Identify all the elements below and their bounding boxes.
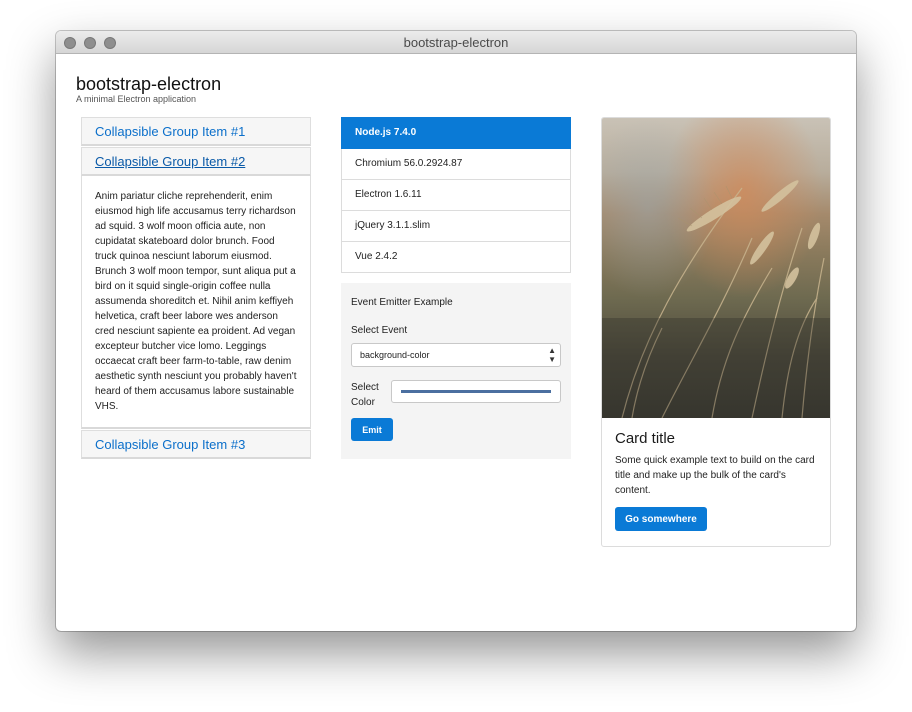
card-title: Card title — [615, 430, 676, 447]
accordion-header-3[interactable]: Collapsible Group Item #3 — [81, 430, 311, 459]
go-somewhere-button[interactable]: Go somewhere — [615, 507, 707, 531]
accordion-item-1: Collapsible Group Item #1 — [81, 117, 311, 146]
color-swatch — [401, 390, 551, 393]
app-window: bootstrap-electron bootstrap-electron A … — [56, 31, 856, 631]
emit-button[interactable]: Emit — [351, 418, 393, 441]
select-event-label: Select Event — [351, 325, 408, 336]
card-text: Some quick example text to build on the … — [615, 455, 815, 496]
app-content: bootstrap-electron A minimal Electron ap… — [56, 54, 856, 631]
card-image — [602, 118, 830, 418]
list-item-node[interactable]: Node.js 7.4.0 — [341, 117, 571, 149]
page-subtitle: A minimal Electron application — [76, 94, 197, 104]
event-select[interactable]: background-color ▲ ▼ — [351, 343, 561, 367]
list-item-vue[interactable]: Vue 2.4.2 — [341, 242, 571, 273]
select-arrows-icon: ▲ ▼ — [548, 346, 556, 364]
select-color-label: Select Color — [351, 382, 379, 408]
color-picker[interactable] — [391, 380, 561, 403]
window-title: bootstrap-electron — [403, 35, 509, 50]
card-body: Card title Some quick example text to bu… — [615, 430, 820, 531]
accordion-body-2: Anim pariatur cliche reprehenderit, enim… — [81, 176, 311, 429]
accordion-item-3: Collapsible Group Item #3 — [81, 430, 311, 459]
panel-title: Event Emitter Example — [351, 297, 453, 308]
accordion: Collapsible Group Item #1 Collapsible Gr… — [81, 117, 311, 460]
accordion-header-1[interactable]: Collapsible Group Item #1 — [81, 117, 311, 146]
card: Card title Some quick example text to bu… — [601, 117, 831, 547]
list-item-jquery[interactable]: jQuery 3.1.1.slim — [341, 211, 571, 242]
color-row: Select Color — [351, 380, 561, 410]
event-select-value: background-color — [360, 350, 430, 360]
page-title: bootstrap-electron — [76, 74, 222, 94]
list-item-chromium[interactable]: Chromium 56.0.2924.87 — [341, 149, 571, 180]
event-emitter-panel: Event Emitter Example Select Event backg… — [341, 283, 571, 459]
accordion-header-2[interactable]: Collapsible Group Item #2 — [81, 147, 311, 176]
versions-list: Node.js 7.4.0 Chromium 56.0.2924.87 Elec… — [341, 117, 571, 273]
accordion-item-2: Collapsible Group Item #2 Anim pariatur … — [81, 147, 311, 429]
list-item-electron[interactable]: Electron 1.6.11 — [341, 180, 571, 211]
title-bar: bootstrap-electron — [56, 31, 856, 54]
